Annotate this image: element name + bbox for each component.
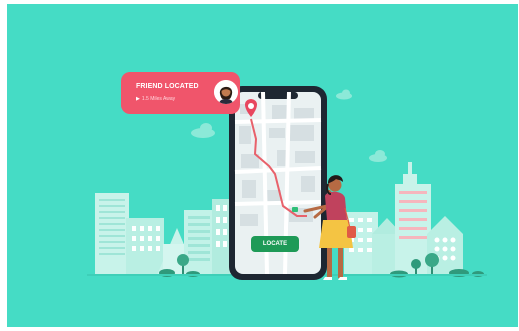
avatar (214, 80, 238, 104)
notification-title: FRIEND LOCATED (136, 83, 199, 90)
cloud-icon (336, 89, 352, 100)
notification-subtitle: 1.5 Miles Away (141, 96, 176, 102)
cloud-icon (369, 150, 387, 162)
city-scene (87, 86, 487, 280)
avatar-portrait (214, 80, 238, 104)
notification-subtitle-row: ▶ 1.5 Miles Away (136, 96, 175, 102)
friend-located-notification[interactable]: FRIEND LOCATED ▶ 1.5 Miles Away (121, 72, 240, 114)
cloud-icon (191, 123, 215, 138)
illustration-canvas: FRIEND LOCATED ▶ 1.5 Miles Away LOCATE (7, 4, 518, 327)
locate-button[interactable]: LOCATE (251, 236, 299, 252)
handbag (347, 226, 356, 238)
buildings-right (344, 162, 463, 275)
buildings-left (95, 193, 232, 275)
phone-in-hand (292, 207, 298, 212)
play-icon: ▶ (136, 96, 140, 102)
